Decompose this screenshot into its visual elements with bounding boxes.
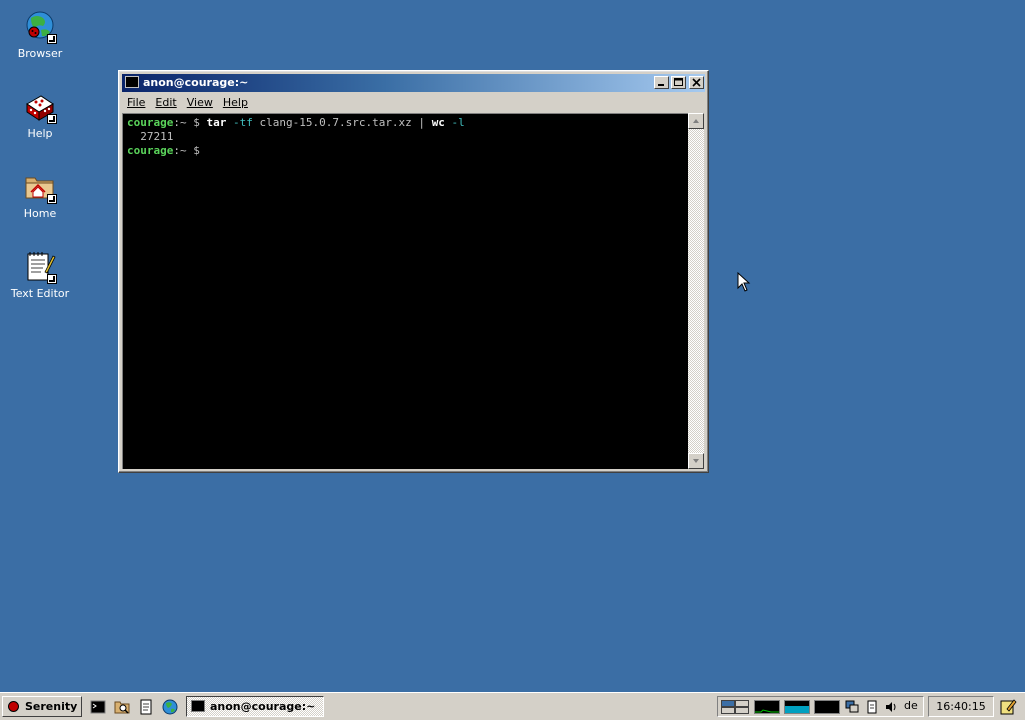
desktop: Browser Help Home Text Editor anon@coura…: [0, 0, 1025, 692]
start-label: Serenity: [25, 700, 78, 713]
quicklaunch-file-manager[interactable]: [114, 699, 130, 715]
taskbar-window-label: anon@courage:~: [210, 700, 316, 713]
desktop-icon-home[interactable]: Home: [0, 170, 80, 220]
close-icon: [692, 78, 701, 87]
keyboard-layout-indicator[interactable]: de: [904, 699, 918, 712]
menu-help[interactable]: Help: [218, 93, 253, 112]
terminal-icon: [90, 700, 106, 714]
command-arg: clang-15.0.7.src.tar.xz: [259, 116, 412, 129]
vertical-scrollbar[interactable]: [688, 113, 704, 469]
taskbar-window-button[interactable]: anon@courage:~: [186, 696, 324, 717]
desktop-icon-label: Text Editor: [10, 287, 70, 300]
shortcut-arrow-icon: [47, 34, 57, 44]
prompt-path: :~: [173, 144, 187, 157]
pipe: |: [411, 116, 432, 129]
terminal-line: courage:~ $ tar -tf clang-15.0.7.src.tar…: [127, 116, 684, 130]
terminal-line: courage:~ $: [127, 144, 684, 158]
prompt-host: courage: [127, 144, 174, 157]
menu-label: Help: [222, 96, 248, 109]
shortcut-arrow-icon: [47, 114, 57, 124]
prompt-path: :~: [173, 116, 187, 129]
mouse-cursor-icon: [737, 271, 751, 295]
network-graph-applet[interactable]: [814, 700, 840, 714]
command-output: 27211: [127, 130, 174, 143]
taskbar: Serenity anon@courage:~ de 16:40:15: [0, 692, 1025, 720]
maximize-icon: [674, 78, 683, 86]
desktop-icon-label: Home: [23, 207, 57, 220]
memory-graph-icon: [785, 706, 809, 713]
network-icon[interactable]: [845, 700, 859, 714]
desktop-icon-label: Help: [27, 127, 53, 140]
shortcut-arrow-icon: [47, 194, 57, 204]
command: tar: [206, 116, 227, 129]
globe-icon: [162, 699, 178, 715]
terminal-icon: [191, 700, 205, 712]
arrow-up-icon: [693, 119, 699, 123]
desktop-icon-text-editor[interactable]: Text Editor: [0, 250, 80, 300]
scroll-down-button[interactable]: [688, 453, 704, 469]
window-titlebar[interactable]: anon@courage:~: [122, 74, 705, 92]
workspace-grid-icon: [721, 700, 749, 714]
notifications-button[interactable]: [999, 698, 1017, 716]
arrow-down-icon: [693, 459, 699, 463]
maximize-button[interactable]: [671, 76, 686, 89]
volume-icon[interactable]: [884, 700, 898, 714]
text-editor-icon: [23, 250, 57, 284]
workspace-switcher[interactable]: [721, 700, 749, 714]
menubar: File Edit View Help: [122, 93, 705, 112]
menu-edit[interactable]: Edit: [150, 93, 181, 112]
command: wc: [431, 116, 445, 129]
minimize-button[interactable]: [654, 76, 669, 89]
window-title: anon@courage:~: [143, 76, 249, 89]
command-flag: -tf: [226, 116, 260, 129]
serenity-ladybug-icon: [8, 701, 19, 712]
start-button[interactable]: Serenity: [2, 696, 82, 717]
command-flag: -l: [444, 116, 465, 129]
help-book-icon: [23, 90, 57, 124]
terminal-window[interactable]: anon@courage:~ File Edit View Help courage:…: [118, 70, 709, 473]
menu-label: View: [186, 96, 213, 109]
terminal-icon: [125, 76, 139, 88]
cpu-graph-icon: [755, 709, 779, 713]
clock[interactable]: 16:40:15: [928, 696, 994, 717]
desktop-icon-browser[interactable]: Browser: [0, 10, 80, 60]
menu-file[interactable]: File: [122, 93, 150, 112]
close-button[interactable]: [689, 76, 704, 89]
minimize-icon: [658, 84, 664, 86]
memory-graph-applet[interactable]: [784, 700, 810, 714]
prompt-symbol: $: [186, 144, 200, 157]
network-graph-icon: [815, 701, 839, 713]
quicklaunch-terminal[interactable]: [90, 699, 106, 715]
menu-label: Edit: [155, 96, 177, 109]
quicklaunch-text-editor[interactable]: [138, 699, 154, 715]
file-manager-icon: [114, 701, 130, 714]
text-editor-icon: [140, 699, 152, 715]
desktop-icon-label: Browser: [17, 47, 63, 60]
scroll-up-button[interactable]: [688, 113, 704, 129]
desktop-icon-help[interactable]: Help: [0, 90, 80, 140]
notepad-pencil-icon: [1000, 699, 1017, 715]
menu-label: File: [127, 96, 146, 109]
quicklaunch-browser[interactable]: [162, 699, 178, 715]
menu-view[interactable]: View: [182, 93, 218, 112]
shortcut-arrow-icon: [47, 274, 57, 284]
terminal-output[interactable]: courage:~ $ tar -tf clang-15.0.7.src.tar…: [122, 113, 688, 469]
globe-icon: [23, 10, 57, 44]
clipboard-icon[interactable]: [865, 700, 879, 714]
system-tray: de: [717, 696, 924, 717]
prompt-symbol: $: [186, 116, 207, 129]
prompt-host: courage: [127, 116, 174, 129]
home-folder-icon: [23, 170, 57, 204]
cpu-graph-applet[interactable]: [754, 700, 780, 714]
